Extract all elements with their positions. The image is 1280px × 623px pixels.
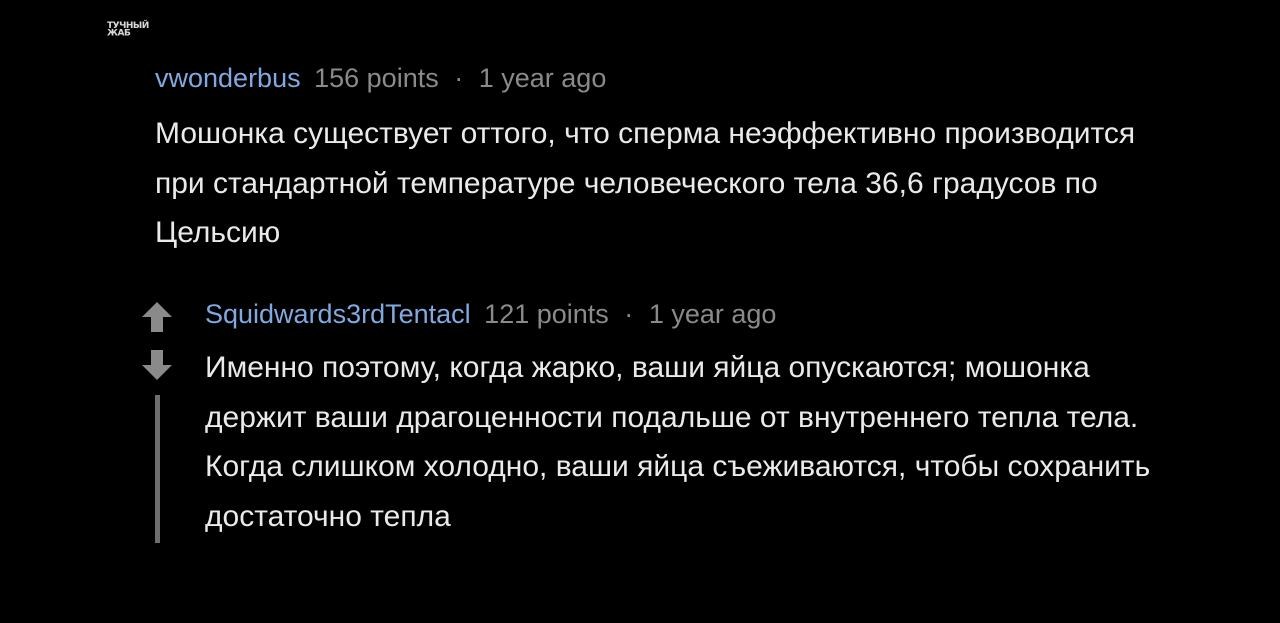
comment-meta: Squidwards3rdTentacl 121 points · 1 year… [205,296,1205,332]
comment-body: Именно поэтому, когда жарко, ваши яйца о… [205,351,1151,533]
arrow-up-icon [142,302,172,332]
comment-age: 1 year ago [648,299,777,329]
arrow-down-icon [142,350,172,380]
comment-points: 156 points [314,63,439,93]
comment-parent: vwonderbus 156 points · 1 year ago Мошон… [155,60,1235,258]
comment-author-link[interactable]: vwonderbus [155,63,301,93]
downvote-button[interactable] [140,348,174,382]
thread-collapse-line[interactable] [155,395,160,543]
comment-points: 121 points [484,299,609,329]
comment-body: Мошонка существует оттого, что сперма не… [155,117,1136,249]
upvote-button[interactable] [140,300,174,334]
comment-age: 1 year ago [478,63,607,93]
watermark-line-2: ЖАБ [107,29,131,39]
meta-separator: · [454,63,464,93]
comment-reply: Squidwards3rdTentacl 121 points · 1 year… [205,296,1205,541]
comment-meta: vwonderbus 156 points · 1 year ago [155,60,1235,96]
meta-separator: · [624,299,634,329]
watermark-logo: ТУЧНЫЙ ЖАБ [107,22,159,39]
comment-author-link[interactable]: Squidwards3rdTentacl [205,299,471,329]
